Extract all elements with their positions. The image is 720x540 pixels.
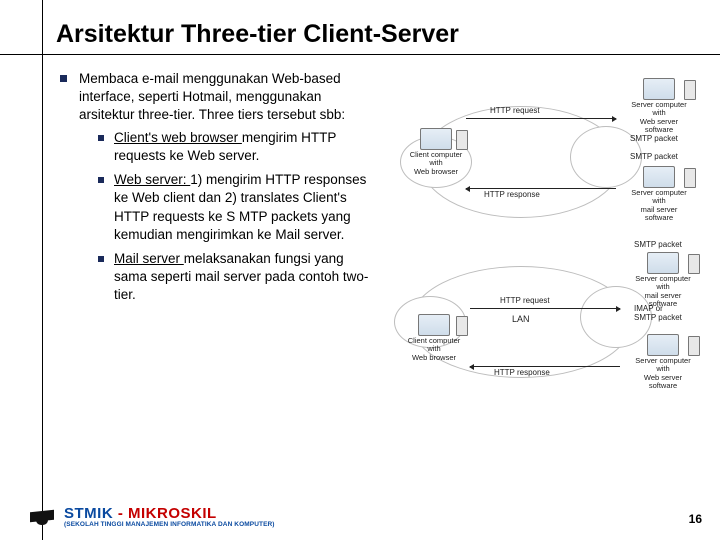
page-number: 16 — [689, 512, 702, 526]
bullet-icon — [60, 75, 67, 82]
slide-title: Arsitektur Three-tier Client-Server — [56, 20, 459, 49]
monitor-icon — [420, 128, 452, 150]
arrow-http-req-bottom — [470, 308, 620, 309]
bullet-icon — [98, 256, 104, 262]
tower-icon — [456, 316, 468, 336]
lbl-smtp2-top: SMTP packet — [630, 152, 678, 161]
top-mail-server-label: Server computer with mail server softwar… — [624, 189, 694, 222]
tower-icon — [688, 254, 700, 274]
vertical-rule — [42, 0, 43, 540]
lbl-smtp-bottom: SMTP packet — [634, 240, 682, 249]
tower-icon — [684, 168, 696, 188]
point-1-text: Client's web browser mengirim HTTP reque… — [114, 129, 370, 165]
tower-icon — [688, 336, 700, 356]
lbl-lan: LAN — [512, 314, 530, 324]
lbl-http-resp-top: HTTP response — [484, 190, 540, 199]
monitor-icon — [647, 334, 679, 356]
point-2-text: Web server: 1) mengirim HTTP responses k… — [114, 171, 370, 244]
top-web-server-label: Server computer with Web server software — [624, 101, 694, 134]
point-2-lead: Web server: — [114, 172, 190, 187]
brand-block: STMIK - MIKROSKIL (SEKOLAH TINGGI MANAJE… — [64, 506, 275, 529]
brand-dash: - — [113, 505, 128, 522]
bottom-web-server: Server computer with Web server software — [628, 334, 698, 390]
lbl-http-req-bottom: HTTP request — [500, 296, 550, 305]
arrow-http-req-top — [466, 118, 616, 119]
lbl-http-resp-bottom: HTTP response — [494, 368, 550, 377]
monitor-icon — [643, 78, 675, 100]
point-1-lead: Client's web browser — [114, 130, 242, 145]
horizontal-rule — [0, 54, 720, 55]
bottom-client-label: Client computer with Web browser — [402, 337, 466, 362]
bullet-icon — [98, 177, 104, 183]
arrow-http-resp-top — [466, 188, 616, 189]
bottom-client: Client computer with Web browser — [402, 314, 466, 362]
tower-icon — [684, 80, 696, 100]
point-1: Client's web browser mengirim HTTP reque… — [98, 129, 370, 165]
monitor-icon — [647, 252, 679, 274]
lbl-smtp-top: SMTP packet — [630, 134, 678, 143]
network-diagram: Client computer with Web browser Server … — [380, 76, 700, 396]
tower-icon — [456, 130, 468, 150]
brand-sub: (SEKOLAH TINGGI MANAJEMEN INFORMATIKA DA… — [64, 522, 275, 529]
bottom-mail-server: Server computer with mail server softwar… — [628, 252, 698, 308]
monitor-icon — [418, 314, 450, 336]
top-mail-server: Server computer with mail server softwar… — [624, 166, 694, 222]
footer-logo: STMIK - MIKROSKIL (SEKOLAH TINGGI MANAJE… — [28, 506, 275, 529]
brand-mikroskil: MIKROSKIL — [128, 505, 217, 522]
point-3: Mail server melaksanakan fungsi yang sam… — [98, 250, 370, 305]
arrow-http-resp-bottom — [470, 366, 620, 367]
graduation-cap-icon — [28, 507, 56, 527]
lbl-imap-bottom: IMAP or SMTP packet — [634, 304, 682, 322]
point-3-lead: Mail server — [114, 251, 184, 266]
intro-bullet: Membaca e-mail menggunakan Web-based int… — [60, 70, 370, 125]
point-3-text: Mail server melaksanakan fungsi yang sam… — [114, 250, 370, 305]
intro-text: Membaca e-mail menggunakan Web-based int… — [79, 70, 370, 125]
bullet-icon — [98, 135, 104, 141]
top-client: Client computer with Web browser — [406, 128, 466, 176]
sub-list: Client's web browser mengirim HTTP reque… — [98, 129, 370, 305]
slide: Arsitektur Three-tier Client-Server Memb… — [0, 0, 720, 540]
top-web-server: Server computer with Web server software — [624, 78, 694, 134]
lbl-http-req-top: HTTP request — [490, 106, 540, 115]
content-area: Membaca e-mail menggunakan Web-based int… — [60, 70, 370, 311]
top-client-label: Client computer with Web browser — [406, 151, 466, 176]
brand-stmik: STMIK — [64, 505, 113, 522]
point-2: Web server: 1) mengirim HTTP responses k… — [98, 171, 370, 244]
bottom-web-server-label: Server computer with Web server software — [628, 357, 698, 390]
brand-main: STMIK - MIKROSKIL — [64, 506, 275, 521]
monitor-icon — [643, 166, 675, 188]
